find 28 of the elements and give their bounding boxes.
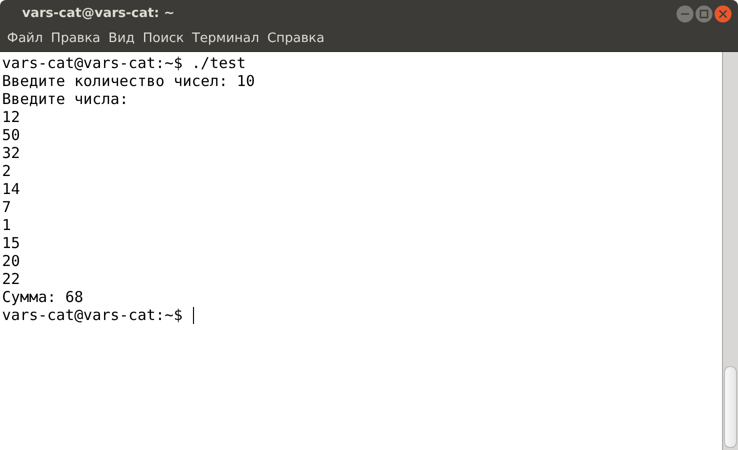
terminal-line: 7 (2, 198, 12, 216)
terminal-line: 32 (2, 144, 22, 162)
terminal-line: Введите числа: (2, 90, 130, 108)
text-cursor (192, 306, 194, 324)
maximize-button[interactable] (695, 5, 713, 23)
window-title: vars-cat@vars-cat: ~ (22, 6, 175, 20)
terminal-line: 15 (2, 234, 22, 252)
close-button[interactable] (714, 5, 732, 23)
terminal-line: 2 (2, 162, 12, 180)
scrollbar[interactable] (722, 52, 738, 450)
terminal-line: Сумма: 68 (2, 288, 84, 306)
menu-item[interactable]: Поиск (138, 31, 188, 46)
terminal-prompt: vars-cat@vars-cat:~$ (2, 306, 183, 324)
terminal-line: Введите количество чисел: 10 (2, 72, 256, 90)
menu-item[interactable]: Правка (46, 31, 104, 46)
terminal-line: vars-cat@vars-cat:~$ ./test (2, 54, 247, 72)
terminal-line: 12 (2, 108, 22, 126)
menu-item[interactable]: Терминал (188, 31, 264, 46)
terminal-line: 14 (2, 180, 22, 198)
terminal-line: 20 (2, 252, 22, 270)
menu-item[interactable]: Справка (263, 31, 328, 46)
minimize-button[interactable] (676, 5, 694, 23)
scrollbar-thumb[interactable] (724, 366, 737, 448)
terminal-line: 22 (2, 270, 22, 288)
menu-item[interactable]: Вид (104, 31, 139, 46)
terminal-line: 1 (2, 216, 12, 234)
menu-item[interactable]: Файл (3, 31, 47, 46)
terminal-line: 50 (2, 126, 22, 144)
